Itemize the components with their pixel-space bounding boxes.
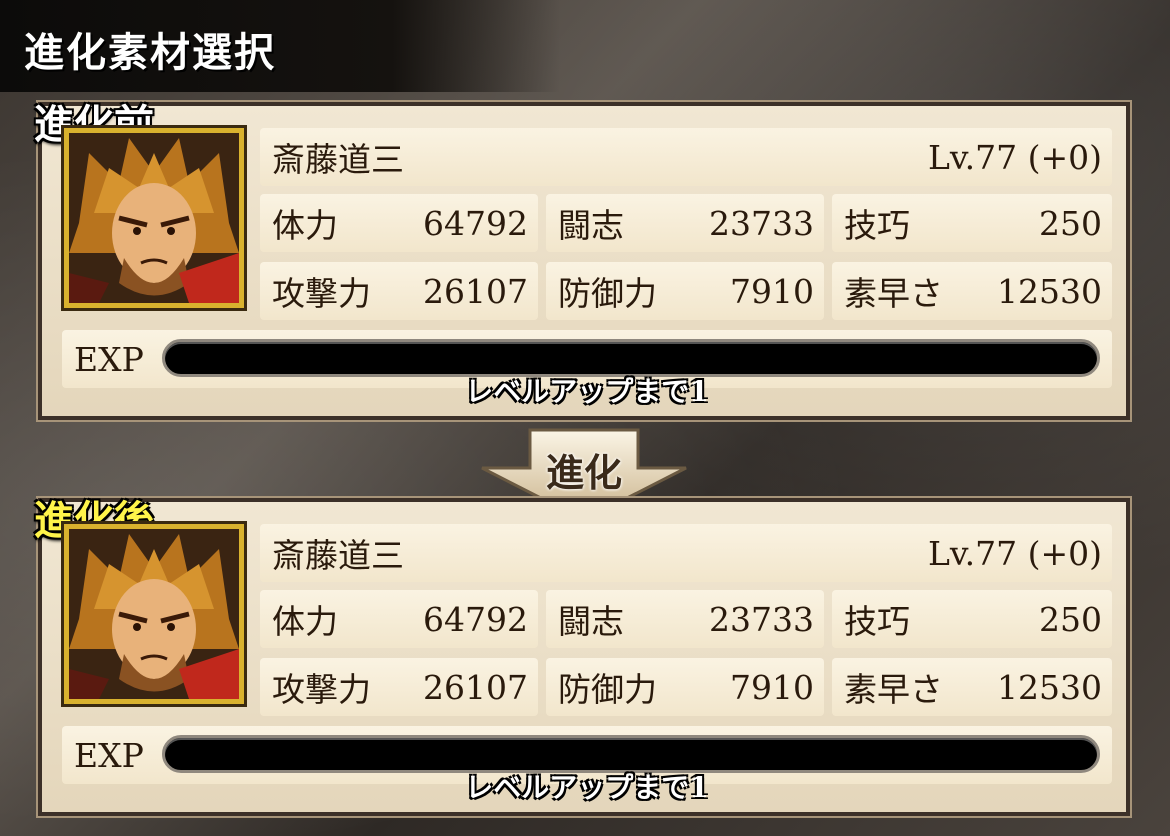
stat-value: 7910	[730, 667, 814, 707]
before-stat-defense: 防御力 7910	[546, 262, 824, 320]
stat-label: 体力	[272, 602, 338, 641]
stat-value: 26107	[423, 667, 528, 707]
stat-label: 防御力	[558, 274, 657, 313]
stat-label: 技巧	[844, 602, 910, 641]
after-name-row: 斎藤道三 Lv.77 (+0)	[260, 524, 1112, 582]
stat-label: 闘志	[558, 602, 624, 641]
after-stat-defense: 防御力 7910	[546, 658, 824, 716]
before-card: 進化前 斎藤道三 Lv.77 (+0) 体力 64792 闘志 23733 技巧 25…	[34, 101, 1130, 420]
stat-label: 素早さ	[844, 274, 943, 313]
stat-label: 素早さ	[844, 670, 943, 709]
stat-label: 技巧	[844, 206, 910, 245]
after-stat-attack: 攻撃力 26107	[260, 658, 538, 716]
stat-value: 23733	[709, 599, 814, 639]
stat-value: 64792	[423, 203, 528, 243]
stat-label: 攻撃力	[272, 274, 371, 313]
after-stat-spirit: 闘志 23733	[546, 590, 824, 648]
after-card: 進化後 斎藤道三 Lv.77 (+0) 体力 64792 闘志 23733 技巧 25…	[34, 497, 1130, 816]
samurai-portrait-icon	[69, 529, 239, 699]
stat-label: 攻撃力	[272, 670, 371, 709]
after-stat-skill: 技巧 250	[832, 590, 1112, 648]
after-character-name: 斎藤道三	[272, 536, 404, 575]
evolve-arrow-label: 進化	[545, 450, 622, 495]
before-stat-hp: 体力 64792	[260, 194, 538, 252]
before-stat-attack: 攻撃力 26107	[260, 262, 538, 320]
stat-value: 12530	[997, 667, 1102, 707]
after-portrait[interactable]	[61, 521, 247, 707]
before-portrait[interactable]	[61, 125, 247, 311]
stat-value: 250	[1039, 203, 1102, 243]
stat-label: 防御力	[558, 670, 657, 709]
stat-value: 23733	[709, 203, 814, 243]
before-stat-skill: 技巧 250	[832, 194, 1112, 252]
after-stat-speed: 素早さ 12530	[832, 658, 1112, 716]
stat-label: 闘志	[558, 206, 624, 245]
stat-value: 26107	[423, 271, 528, 311]
before-level: Lv.77 (+0)	[927, 137, 1102, 177]
before-stat-speed: 素早さ 12530	[832, 262, 1112, 320]
before-stat-spirit: 闘志 23733	[546, 194, 824, 252]
stat-value: 64792	[423, 599, 528, 639]
after-exp-row: EXP レベルアップまで1	[62, 726, 1112, 804]
after-stat-hp: 体力 64792	[260, 590, 538, 648]
stat-value: 250	[1039, 599, 1102, 639]
samurai-portrait-icon	[69, 133, 239, 303]
page-title: 進化素材選択	[24, 29, 276, 76]
before-name-row: 斎藤道三 Lv.77 (+0)	[260, 128, 1112, 186]
before-character-name: 斎藤道三	[272, 140, 404, 179]
before-exp-row: EXP レベルアップまで1	[62, 330, 1112, 408]
after-level: Lv.77 (+0)	[927, 533, 1102, 573]
stat-value: 12530	[997, 271, 1102, 311]
after-exp-caption: レベルアップまで1	[465, 771, 709, 804]
before-exp-caption: レベルアップまで1	[465, 375, 709, 408]
stat-label: 体力	[272, 206, 338, 245]
stat-value: 7910	[730, 271, 814, 311]
